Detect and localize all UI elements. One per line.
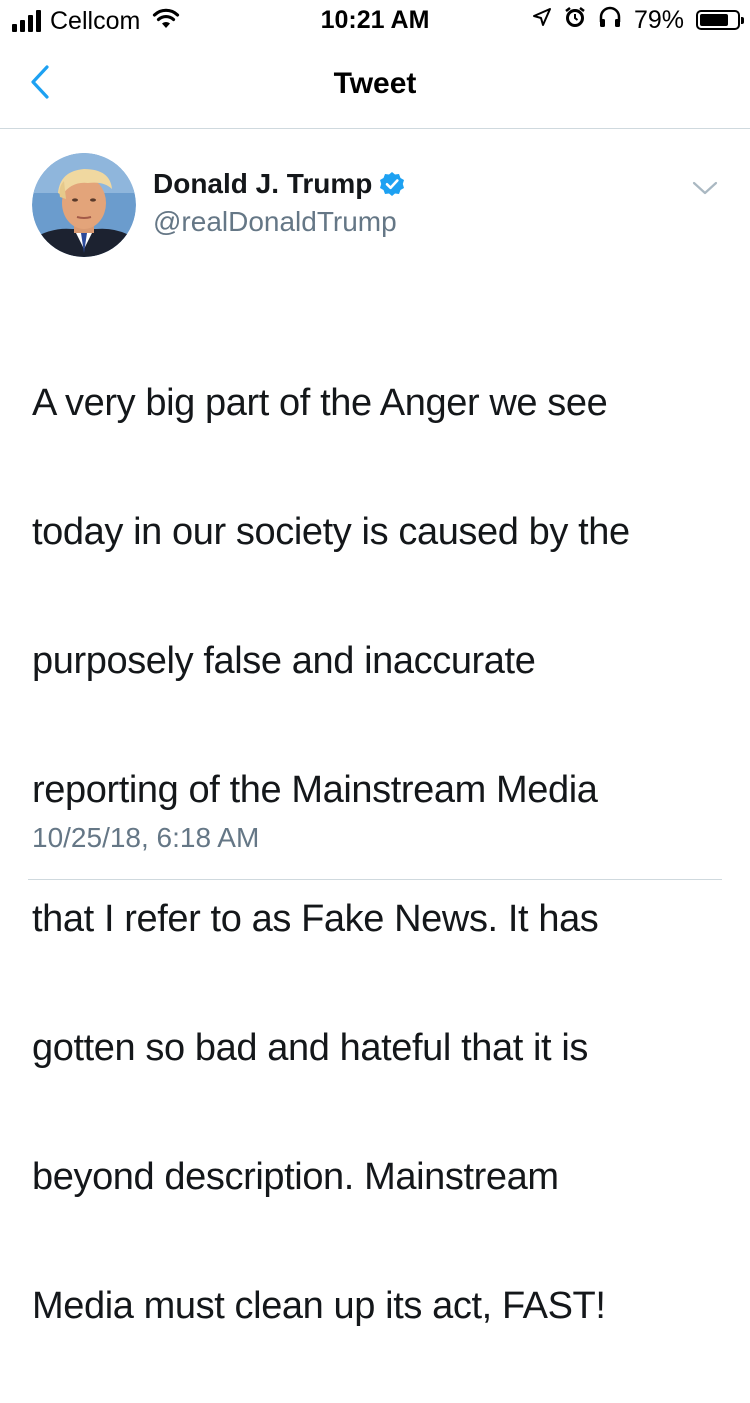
- page-title: Tweet: [333, 67, 417, 100]
- battery-percent: 79%: [633, 5, 684, 34]
- tweet-text-line: A very big part of the Anger we see: [32, 381, 608, 424]
- author-handle[interactable]: @realDonaldTrump: [153, 204, 397, 240]
- tweet-timestamp[interactable]: 10/25/18, 6:18 AM: [32, 820, 259, 856]
- verified-badge-icon: [379, 171, 405, 197]
- battery-fill: [700, 13, 729, 26]
- status-bar: Cellcom 10:21 AM 79%: [0, 0, 750, 40]
- nav-bar: Tweet: [0, 40, 750, 129]
- tweet-text-line: gotten so bad and hateful that it is: [32, 1026, 589, 1069]
- headphones-icon: [598, 6, 622, 33]
- tweet-text-line: reporting of the Mainstream Media: [32, 768, 598, 811]
- status-right: 79%: [532, 5, 744, 34]
- alarm-icon: [564, 6, 586, 33]
- tweet-text-line: beyond description. Mainstream: [32, 1155, 559, 1198]
- more-options-button[interactable]: [690, 178, 720, 198]
- avatar[interactable]: [32, 153, 136, 257]
- tweet-text-line: that I refer to as Fake News. It has: [32, 897, 599, 940]
- tweet-text-line: Media must clean up its act, FAST!: [32, 1284, 606, 1327]
- chevron-down-icon: [690, 181, 720, 202]
- tweet-text-line: today in our society is caused by the: [32, 510, 630, 553]
- author-name[interactable]: Donald J. Trump: [153, 166, 372, 202]
- tweet-text-line: purposely false and inaccurate: [32, 639, 536, 682]
- divider: [28, 879, 722, 880]
- author-name-row[interactable]: Donald J. Trump: [153, 166, 405, 202]
- battery-icon: [696, 9, 744, 30]
- location-icon: [532, 7, 552, 32]
